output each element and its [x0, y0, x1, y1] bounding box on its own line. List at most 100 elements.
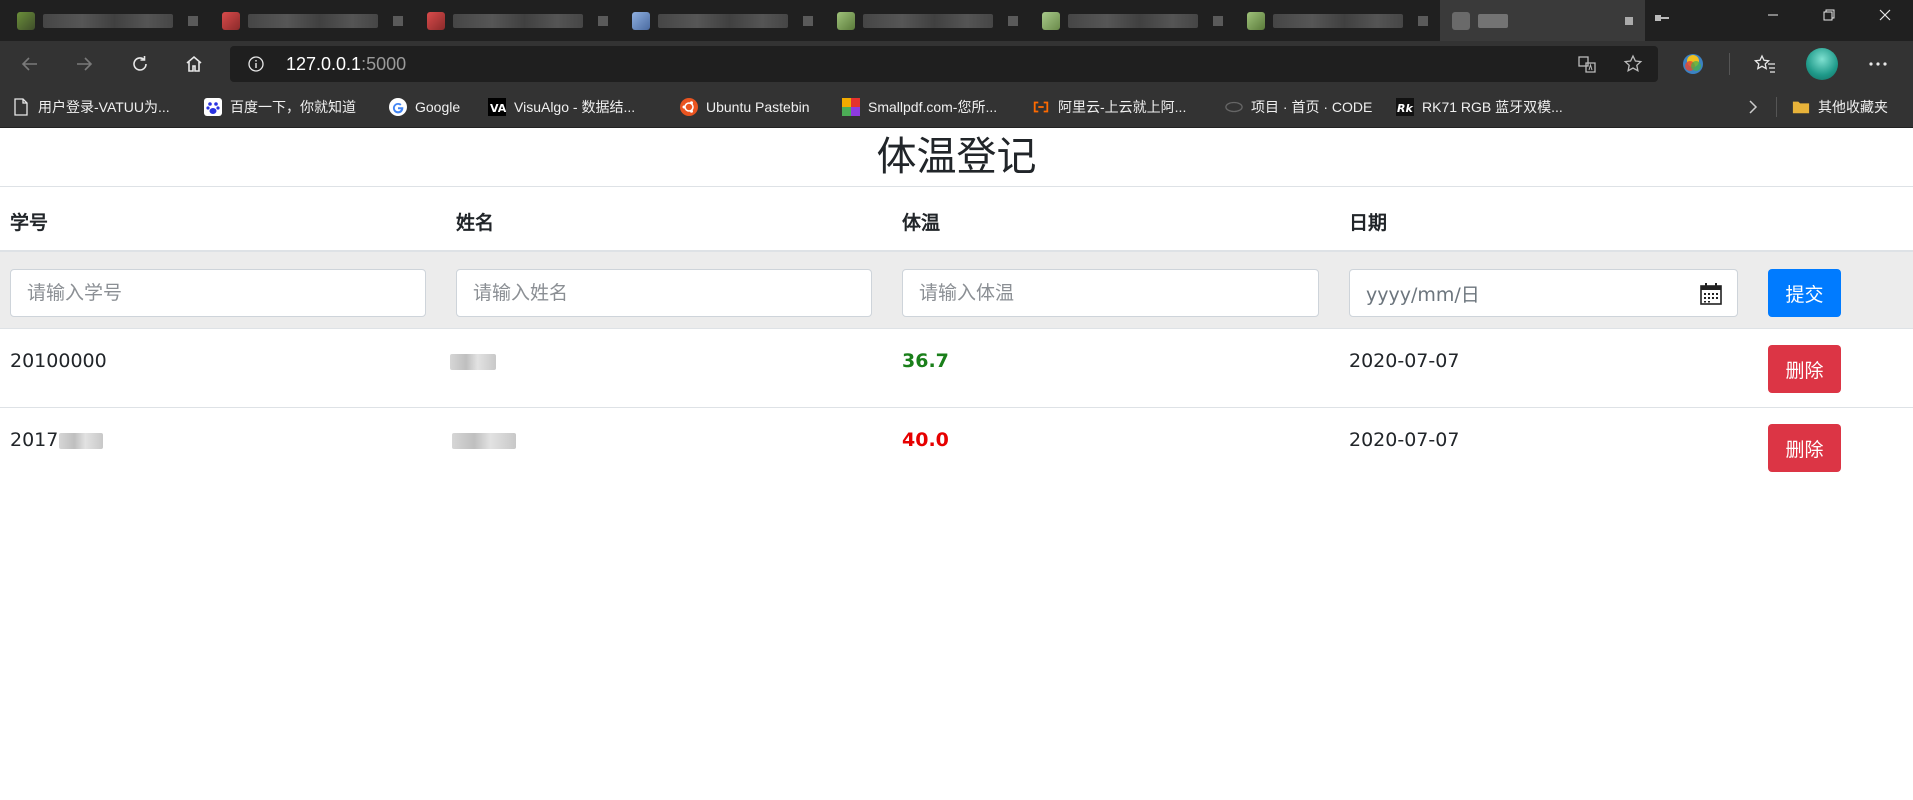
bookmark-item[interactable]: 阿里云-上云就上阿... [1032, 96, 1186, 118]
tab-close-icon[interactable] [1418, 15, 1428, 26]
header-date: 日期 [1349, 212, 1388, 234]
rk-icon: Rk [1396, 98, 1414, 116]
delete-button[interactable]: 删除 [1768, 424, 1841, 472]
url-port: :5000 [361, 53, 407, 74]
google-icon [389, 98, 407, 116]
bookmark-item[interactable]: 用户登录-VATUU为... [12, 96, 170, 118]
bookmark-item[interactable]: Google [389, 96, 460, 118]
cell-temperature: 40.0 [902, 429, 949, 451]
bookmark-item[interactable]: 项目 · 首页 · CODE [1225, 96, 1372, 118]
name-input[interactable] [456, 269, 872, 317]
tab-title-redacted [1478, 13, 1508, 28]
bookmark-label: Ubuntu Pastebin [706, 99, 810, 115]
bookmarks-overflow-chevron-icon[interactable] [1748, 96, 1758, 118]
ubuntu-icon [680, 98, 698, 116]
browser-tab-active[interactable] [1440, 0, 1645, 41]
bookmark-item[interactable]: VA VisuAlgo - 数据结... [488, 96, 635, 118]
redacted-name [452, 432, 516, 449]
translate-icon[interactable] [1577, 54, 1597, 74]
temperature-input[interactable] [902, 269, 1319, 317]
favorite-star-icon[interactable] [1623, 54, 1643, 74]
browser-tab[interactable] [620, 0, 825, 41]
tab-title-redacted [1273, 13, 1403, 28]
calendar-icon[interactable] [1699, 282, 1723, 306]
tab-favicon-icon [632, 11, 650, 30]
cell-date: 2020-07-07 [1349, 350, 1460, 372]
tab-close-icon[interactable] [1008, 15, 1018, 26]
browser-tab[interactable] [1235, 0, 1440, 41]
smallpdf-icon [842, 98, 860, 116]
other-bookmarks-label: 其他收藏夹 [1818, 99, 1888, 115]
code-icon [1225, 98, 1243, 116]
bookmark-label: Smallpdf.com-您所... [868, 99, 998, 115]
site-info-icon[interactable] [248, 56, 264, 72]
tab-favicon-icon [1452, 11, 1470, 30]
redacted-id-suffix [59, 432, 104, 449]
visualgo-icon: VA [488, 98, 506, 116]
submit-button[interactable]: 提交 [1768, 269, 1841, 317]
table-header-row: 学号 姓名 体温 日期 [0, 186, 1913, 252]
date-input[interactable]: yyyy/mm/日 [1349, 269, 1738, 317]
cell-name-redacted [452, 429, 516, 451]
tab-close-icon[interactable] [188, 15, 198, 26]
tab-favicon-icon [222, 11, 240, 30]
favorites-icon[interactable] [1753, 52, 1777, 76]
url-host: 127.0.0.1 [286, 53, 362, 74]
tab-close-icon[interactable] [1213, 15, 1223, 26]
header-student-id: 学号 [10, 212, 49, 234]
cell-temperature: 36.7 [902, 350, 949, 372]
refresh-icon[interactable] [124, 48, 156, 80]
bookmarks-divider [1776, 97, 1777, 117]
baidu-icon [204, 98, 222, 116]
tab-close-icon[interactable] [598, 15, 608, 26]
restore-icon[interactable] [1801, 0, 1857, 30]
cell-student-id: 20100000 [10, 350, 107, 372]
toolbar-divider [1729, 53, 1730, 75]
tab-close-icon[interactable] [1625, 16, 1633, 25]
tab-close-icon[interactable] [803, 15, 813, 26]
cell-student-id: 2017 [10, 429, 104, 451]
forward-icon[interactable] [68, 48, 100, 80]
profile-avatar[interactable] [1806, 48, 1838, 80]
table-row: 20100000 36.7 2020-07-07 删除 [0, 329, 1913, 408]
page-content: 体温登记 学号 姓名 体温 日期 yyyy/mm/日 提交 20100000 3… [0, 128, 1913, 800]
header-temperature: 体温 [902, 212, 941, 234]
other-bookmarks-folder[interactable]: 其他收藏夹 [1792, 96, 1888, 118]
bookmark-item[interactable]: Smallpdf.com-您所... [842, 96, 997, 118]
bookmark-label: 百度一下，你就知道 [230, 99, 356, 115]
bookmark-item[interactable]: Rk RK71 RGB 蓝牙双模... [1396, 96, 1563, 118]
browser-tab[interactable] [825, 0, 1030, 41]
folder-icon [1792, 98, 1810, 116]
tab-title-redacted [658, 13, 788, 28]
browser-tab[interactable] [5, 0, 210, 41]
bookmark-item[interactable]: 百度一下，你就知道 [204, 96, 356, 118]
minimize-icon[interactable] [1745, 0, 1801, 30]
url-text: 127.0.0.1:5000 [286, 54, 406, 75]
input-form-row: yyyy/mm/日 提交 [0, 252, 1913, 329]
bookmark-label: VisuAlgo - 数据结... [514, 99, 636, 115]
browser-tab[interactable] [210, 0, 415, 41]
tab-strip [0, 0, 1913, 41]
page-title: 体温登记 [876, 134, 1037, 180]
bookmark-item[interactable]: Ubuntu Pastebin [680, 96, 810, 118]
bookmarks-bar: 用户登录-VATUU为... 百度一下，你就知道 Google VA VisuA… [0, 86, 1913, 128]
home-icon[interactable] [178, 48, 210, 80]
student-id-input[interactable] [10, 269, 426, 317]
tab-favicon-icon [1042, 11, 1060, 30]
svg-text:Rk: Rk [1397, 102, 1413, 115]
close-window-icon[interactable] [1857, 0, 1913, 30]
tab-close-icon[interactable] [393, 15, 403, 26]
bookmark-label: 用户登录-VATUU为... [38, 99, 170, 115]
address-bar[interactable]: 127.0.0.1:5000 [230, 46, 1658, 82]
new-tab-icon[interactable] [1655, 10, 1675, 30]
student-id-prefix: 2017 [10, 429, 59, 451]
browser-tab[interactable] [415, 0, 620, 41]
header-name: 姓名 [456, 212, 495, 234]
more-menu-icon[interactable] [1866, 52, 1890, 76]
extension-icon[interactable] [1681, 52, 1705, 76]
back-icon[interactable] [14, 48, 46, 80]
delete-button[interactable]: 删除 [1768, 345, 1841, 393]
redacted-name [450, 353, 496, 370]
browser-tab[interactable] [1030, 0, 1235, 41]
tab-favicon-icon [837, 11, 855, 30]
